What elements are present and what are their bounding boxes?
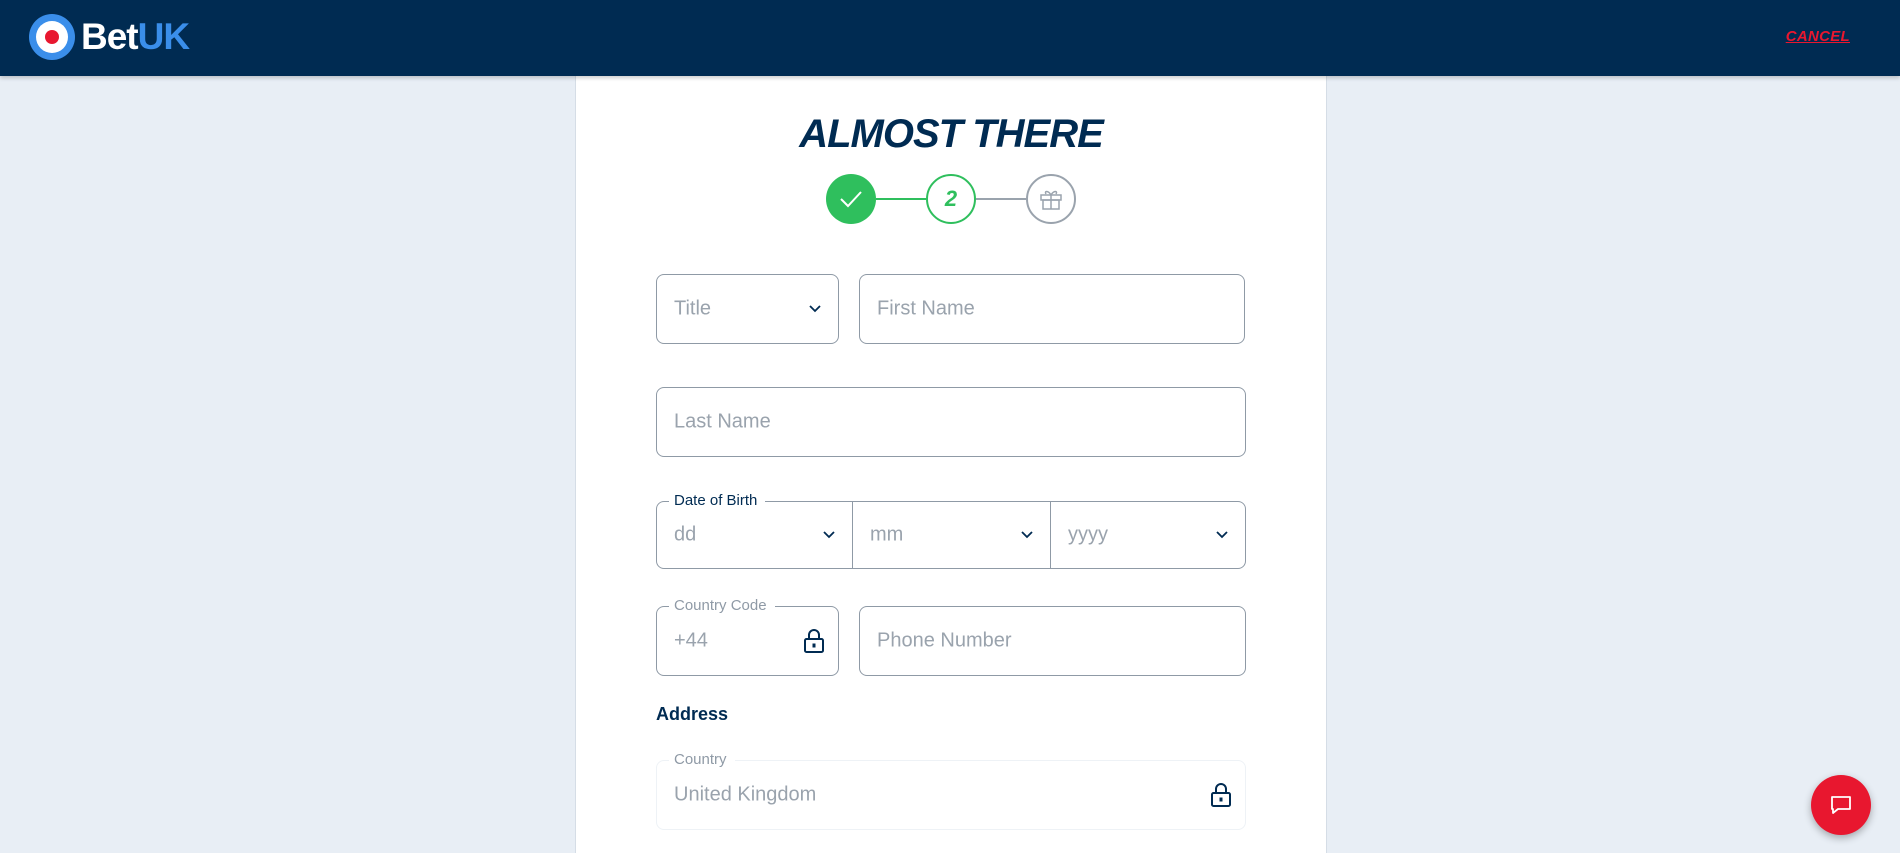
betuk-logo[interactable]: BetUK xyxy=(29,14,190,60)
page-title: ALMOST THERE xyxy=(799,112,1104,156)
dob-month-select[interactable]: mm xyxy=(853,502,1050,568)
dob-month-placeholder: mm xyxy=(870,523,904,546)
step-2-current: 2 xyxy=(926,174,976,224)
check-icon xyxy=(840,191,862,208)
first-name-placeholder: First Name xyxy=(877,297,975,320)
first-name-input[interactable]: First Name xyxy=(859,274,1245,344)
lock-icon xyxy=(1211,783,1231,807)
top-bar: BetUK CANCEL xyxy=(0,0,1900,76)
chevron-down-icon xyxy=(1021,531,1033,539)
country-code-legend: Country Code xyxy=(669,598,775,614)
country-value: United Kingdom xyxy=(674,783,817,806)
title-placeholder: Title xyxy=(674,297,712,320)
registration-card: ALMOST THERE 2 Title First Name Last Nam… xyxy=(575,76,1327,853)
country-field: Country United Kingdom xyxy=(656,752,1246,830)
phone-number-input[interactable]: Phone Number xyxy=(859,606,1246,676)
last-name-placeholder: Last Name xyxy=(674,410,771,433)
chat-bubble-icon xyxy=(1831,796,1851,814)
title-select[interactable]: Title xyxy=(656,274,839,344)
address-heading: Address xyxy=(656,704,729,724)
step-connector-1 xyxy=(876,198,926,200)
roundel-logo-icon xyxy=(29,14,75,60)
live-chat-button[interactable] xyxy=(1811,775,1871,835)
logo-text-uk: UK xyxy=(137,16,190,57)
lock-icon xyxy=(804,629,824,653)
chevron-down-icon xyxy=(809,305,821,313)
step-2-label: 2 xyxy=(944,186,958,211)
chevron-down-icon xyxy=(1216,531,1228,539)
dob-day-placeholder: dd xyxy=(674,523,697,546)
step-connector-2 xyxy=(976,198,1026,200)
country-legend: Country xyxy=(669,752,735,768)
country-code-value: +44 xyxy=(674,629,708,652)
progress-stepper: 2 xyxy=(826,174,1076,224)
dob-year-placeholder: yyyy xyxy=(1068,523,1108,546)
chevron-down-icon xyxy=(823,531,835,539)
step-1-complete xyxy=(826,174,876,224)
logo-text-bet: Bet xyxy=(81,16,139,57)
phone-number-placeholder: Phone Number xyxy=(877,629,1012,652)
cancel-link[interactable]: CANCEL xyxy=(1786,28,1850,45)
dob-day-select[interactable]: dd xyxy=(657,502,852,568)
step-3-pending xyxy=(1026,174,1076,224)
dob-year-select[interactable]: yyyy xyxy=(1051,502,1245,568)
gift-icon xyxy=(1040,190,1062,210)
last-name-input[interactable]: Last Name xyxy=(656,387,1246,457)
country-code-field: Country Code +44 xyxy=(656,598,839,676)
date-of-birth-group: Date of Birth dd mm yyyy xyxy=(656,493,1246,569)
logo-wordmark: BetUK xyxy=(81,14,190,60)
